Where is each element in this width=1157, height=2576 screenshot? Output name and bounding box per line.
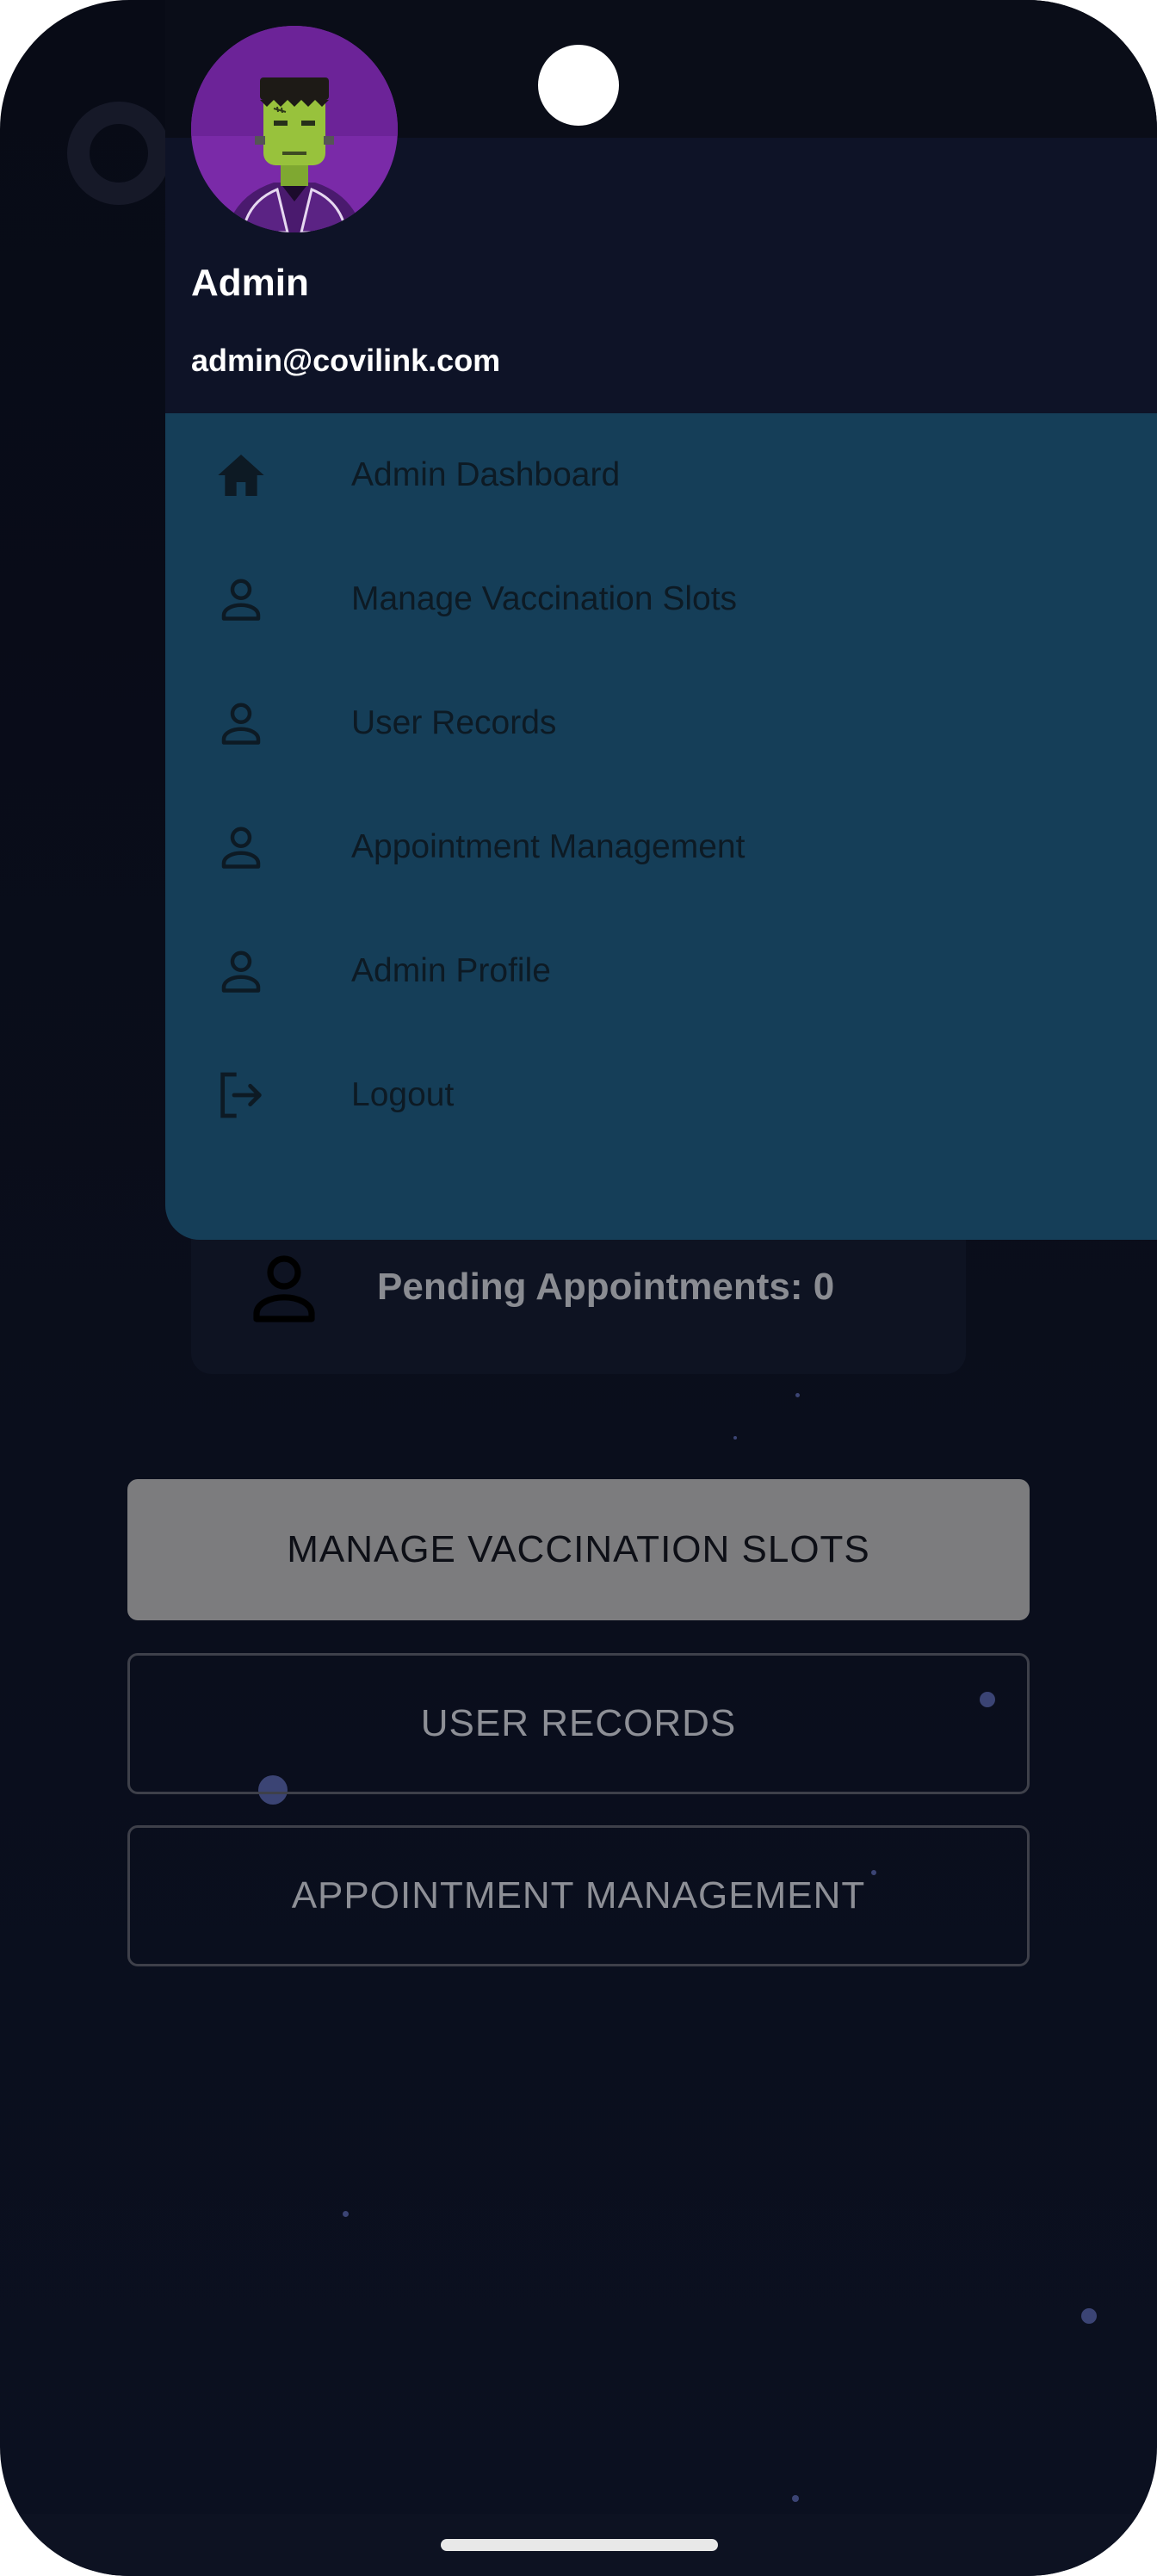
home-gesture-handle[interactable] — [441, 2539, 718, 2551]
menu-item-manage-vaccination-slots[interactable]: Manage Vaccination Slots — [165, 537, 1157, 661]
menu-item-label: Appointment Management — [351, 828, 746, 865]
phone-screen: Pending Appointments: 0 MANAGE VACCINATI… — [0, 0, 1157, 2576]
navigation-drawer: Admin admin@covilink.com Admin Dashboard… — [165, 0, 1157, 1240]
menu-item-admin-dashboard[interactable]: Admin Dashboard — [165, 413, 1157, 537]
user-email: admin@covilink.com — [191, 343, 501, 378]
menu-item-user-records[interactable]: User Records — [165, 661, 1157, 785]
menu-item-admin-profile[interactable]: Admin Profile — [165, 909, 1157, 1033]
person-icon — [243, 1247, 325, 1329]
background-particle — [1081, 2308, 1097, 2324]
front-camera — [538, 45, 619, 126]
person-icon — [210, 692, 272, 754]
menu-item-logout[interactable]: Logout — [165, 1033, 1157, 1157]
person-icon — [210, 568, 272, 630]
home-icon — [210, 444, 272, 506]
logout-icon — [210, 1064, 272, 1126]
background-particle — [795, 1393, 800, 1397]
manage-vaccination-slots-button[interactable]: MANAGE VACCINATION SLOTS — [127, 1479, 1030, 1620]
menu-item-label: Admin Dashboard — [351, 456, 621, 493]
menu-item-label: Manage Vaccination Slots — [351, 580, 738, 617]
menu-item-label: Logout — [351, 1076, 455, 1113]
appointment-management-button[interactable]: APPOINTMENT MANAGEMENT — [127, 1825, 1030, 1966]
person-icon — [210, 940, 272, 1002]
menu-item-label: User Records — [351, 704, 557, 741]
pending-appointments-label: Pending Appointments: 0 — [377, 1266, 835, 1308]
frankenstein-avatar-icon — [191, 26, 398, 232]
background-particle — [792, 2495, 799, 2502]
user-records-button[interactable]: USER RECORDS — [127, 1653, 1030, 1794]
menu-item-label: Admin Profile — [351, 952, 551, 989]
user-name: Admin — [191, 262, 309, 304]
drawer-menu: Admin Dashboard Manage Vaccination Slots… — [165, 413, 1157, 1240]
background-particle — [733, 1436, 737, 1440]
background-particle — [343, 2211, 349, 2217]
person-icon — [210, 816, 272, 878]
app-logo — [67, 102, 170, 205]
drawer-header: Admin admin@covilink.com — [165, 0, 1157, 413]
menu-item-appointment-management[interactable]: Appointment Management — [165, 785, 1157, 909]
